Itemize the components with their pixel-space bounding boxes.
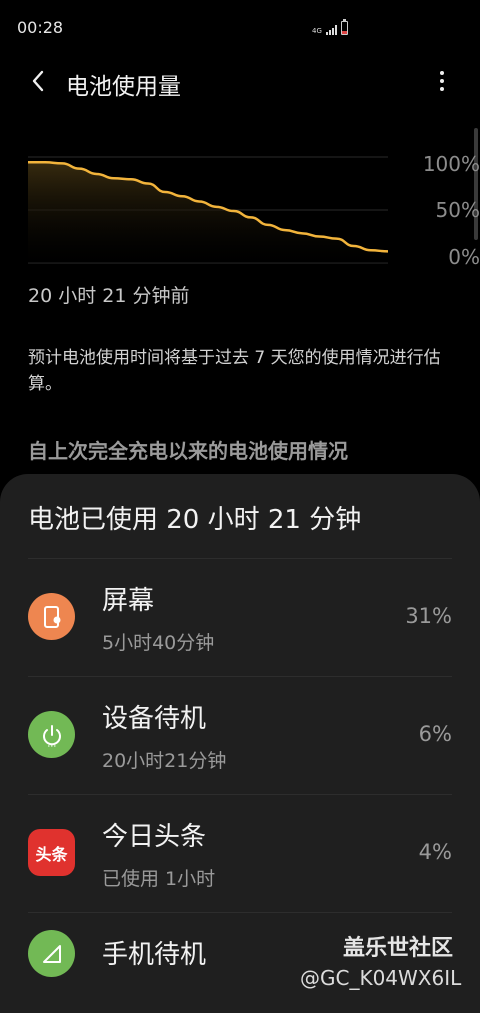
screen-brightness-icon — [28, 593, 75, 640]
item-name: 屏幕 — [102, 586, 155, 616]
battery-chart-plot — [28, 156, 389, 264]
section-title: 自上次完全充电以来的电池使用情况 — [28, 439, 348, 463]
battery-area — [28, 162, 388, 263]
cell-signal-icon — [28, 930, 75, 977]
page-title: 电池使用量 — [66, 74, 181, 100]
item-name: 手机待机 — [102, 940, 207, 970]
item-name: 设备待机 — [102, 704, 207, 734]
scrollbar[interactable] — [474, 128, 478, 240]
sheet-title: 电池已使用 20 小时 21 分钟 — [28, 505, 362, 535]
more-vertical-icon — [440, 71, 444, 75]
back-button[interactable] — [24, 66, 52, 96]
app-bar: 电池使用量 — [0, 56, 480, 108]
y-tick-100: 100% — [422, 152, 480, 176]
item-percent: 4% — [418, 840, 452, 864]
network-type-label: 4G — [312, 27, 322, 35]
usage-item-toutiao[interactable]: 头条 今日头条 已使用 1小时 4% — [0, 794, 480, 912]
watermark-user: @GC_K04WX6IL — [300, 966, 462, 990]
status-time: 00:28 — [17, 18, 64, 37]
chart-x-label: 20 小时 21 分钟前 — [28, 285, 190, 307]
toutiao-app-icon: 头条 — [28, 829, 75, 876]
usage-item-phone-standby[interactable]: 手机待机 — [0, 912, 480, 1013]
battery-usage-chart: 100% 50% 0% — [28, 140, 480, 280]
power-standby-icon — [28, 711, 75, 758]
toutiao-icon-text: 头条 — [35, 844, 68, 864]
status-icons: 4G — [312, 19, 348, 35]
watermark-brand: 盖乐世社区 — [343, 936, 454, 961]
item-name: 今日头条 — [102, 822, 207, 852]
y-tick-0: 0% — [448, 245, 480, 269]
item-detail: 已使用 1小时 — [102, 868, 216, 890]
item-detail: 5小时40分钟 — [102, 632, 215, 654]
item-percent: 31% — [405, 604, 452, 628]
item-percent: 6% — [418, 722, 452, 746]
more-options-button[interactable] — [430, 66, 454, 96]
item-detail: 20小时21分钟 — [102, 750, 227, 772]
usage-item-device-standby[interactable]: 设备待机 20小时21分钟 6% — [0, 676, 480, 794]
estimate-description: 预计电池使用时间将基于过去 7 天您的使用情况进行估算。 — [28, 348, 441, 394]
y-tick-50: 50% — [435, 198, 480, 222]
signal-icon — [326, 25, 337, 35]
chevron-left-icon — [32, 70, 44, 92]
battery-low-icon — [341, 19, 348, 35]
usage-item-screen[interactable]: 屏幕 5小时40分钟 31% — [0, 558, 480, 676]
status-bar: 00:28 4G — [0, 0, 480, 56]
